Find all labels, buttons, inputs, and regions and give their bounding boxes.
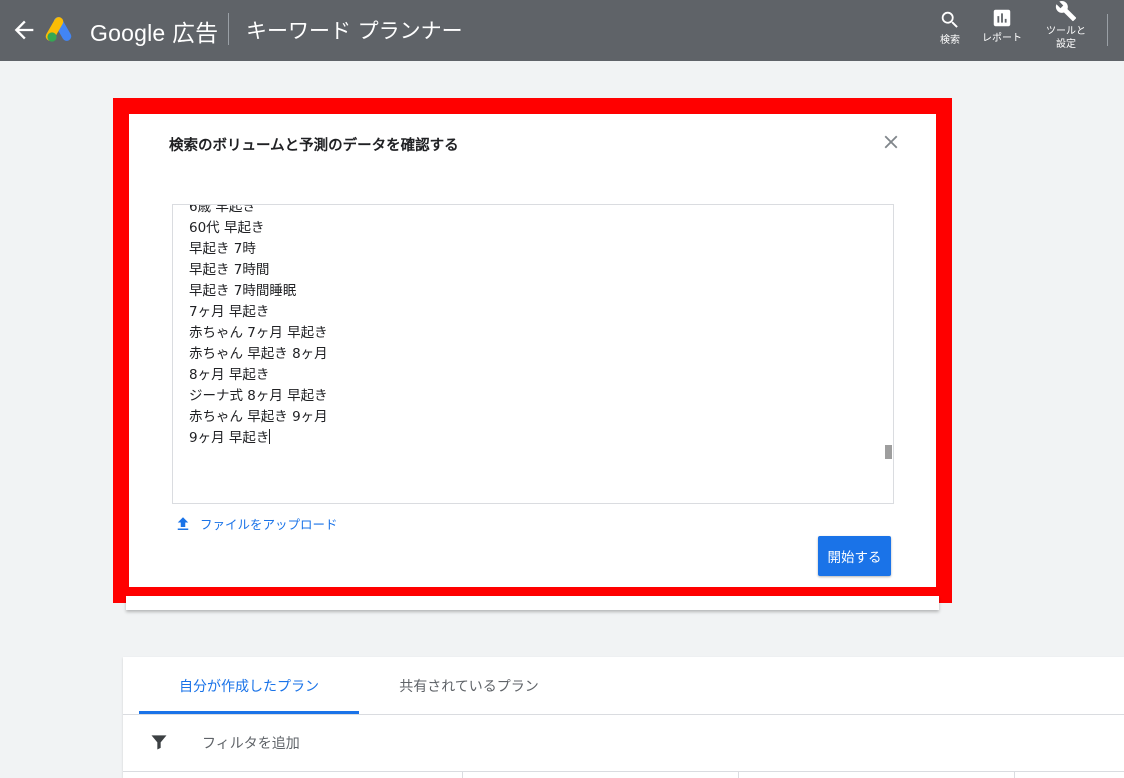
back-arrow-icon[interactable] [10,16,38,44]
report-label: レポート [982,33,1022,44]
keyword-line: 赤ちゃん 早起き 9ヶ月 [189,409,328,425]
start-button[interactable]: 開始する [818,536,891,576]
text-caret [269,429,271,444]
keyword-line: 赤ちゃん 早起き 8ヶ月 [189,346,328,362]
wrench-icon [1055,1,1077,22]
tools-label-line2: 設定 [1056,39,1076,50]
keyword-textarea[interactable]: 6歳 早起き 60代 早起き 早起き 7時 早起き 7時間 早起き 7時間睡眠 … [172,204,894,504]
scrollbar-thumb[interactable] [885,445,892,459]
add-filter-row[interactable]: フィルタを追加 [123,715,1124,771]
keyword-line: 赤ちゃん 7ヶ月 早起き [189,325,328,341]
upload-icon [177,516,189,530]
top-app-bar: Google 広告 キーワード プランナー 検索 レポート ツールと 設定 [0,0,1124,61]
dialog-shadow [126,596,939,610]
column-divider [738,772,739,778]
dialog-title: 検索のボリュームと予測のデータを確認する [169,138,459,154]
plans-panel: 自分が作成したプラン 共有されているプラン フィルタを追加 [123,657,1124,778]
header-divider [228,13,229,45]
keyword-line: 6歳 早起き [189,204,256,215]
upload-label: ファイルをアップロード [200,517,338,532]
bar-chart-icon [993,9,1011,27]
tab-shared-plans[interactable]: 共有されているプラン [359,657,579,714]
keyword-line: 早起き 7時間 [189,262,270,278]
keyword-lines: 6歳 早起き 60代 早起き 早起き 7時 早起き 7時間 早起き 7時間睡眠 … [189,204,328,449]
add-filter-label: フィルタを追加 [202,736,300,752]
page-title: キーワード プランナー [246,19,463,43]
filter-icon [151,735,167,750]
keyword-line: 早起き 7時 [189,241,256,257]
search-icon [941,11,958,28]
close-icon[interactable] [880,131,902,153]
keyword-line: 60代 早起き [189,220,265,236]
column-divider [1014,772,1015,778]
search-label: 検索 [940,35,960,46]
brand-name: Google 広告 [90,20,219,46]
keyword-line: 7ヶ月 早起き [189,304,270,320]
keyword-line: 早起き 7時間睡眠 [189,283,297,299]
keyword-line: ジーナ式 8ヶ月 早起き [189,388,328,404]
tools-label-line1: ツールと [1046,26,1086,37]
tools-settings-button[interactable]: ツールと 設定 [1040,0,1092,51]
google-ads-logo-icon [45,15,79,43]
search-volume-dialog: 検索のボリュームと予測のデータを確認する 6歳 早起き 60代 早起き 早起き … [129,114,936,587]
upload-file-link[interactable]: ファイルをアップロード [174,514,338,533]
keyword-line: 8ヶ月 早起き [189,367,270,383]
header-divider-right [1107,14,1108,46]
column-divider [462,772,463,778]
filter-divider [123,771,1124,772]
tab-my-plans[interactable]: 自分が作成したプラン [139,657,359,714]
keyword-line-text: 9ヶ月 早起き [189,430,270,446]
keyword-line-last: 9ヶ月 早起き [189,428,328,449]
search-button[interactable]: 検索 [933,9,967,47]
report-button[interactable]: レポート [978,7,1026,45]
